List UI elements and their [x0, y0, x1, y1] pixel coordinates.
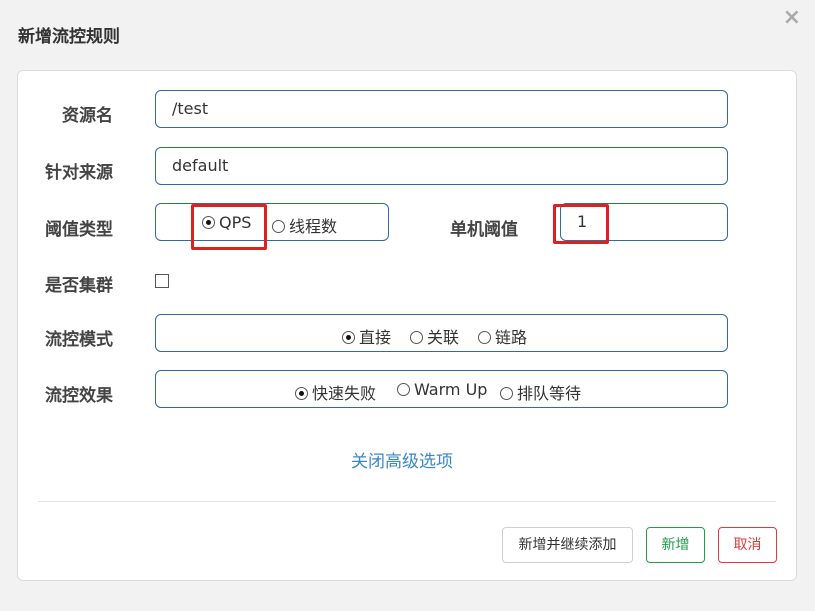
close-icon[interactable]: ×: [783, 6, 801, 30]
dialog-title: 新增流控规则: [18, 27, 120, 47]
radio-unselected-icon[interactable]: [478, 331, 491, 344]
flow-effect-option-fast-fail[interactable]: 快速失败: [295, 380, 376, 404]
cluster-checkbox[interactable]: [155, 274, 169, 288]
add-button[interactable]: 新增: [646, 527, 705, 563]
flow-mode-group: 直接 关联 链路: [155, 314, 728, 352]
threshold-type-label: 阈值类型: [45, 220, 113, 240]
source-input[interactable]: default: [155, 147, 728, 185]
threshold-type-option-threads[interactable]: 线程数: [272, 213, 337, 237]
flow-mode-label: 流控模式: [45, 330, 113, 350]
resource-name-label: 资源名: [62, 106, 113, 126]
single-threshold-label: 单机阈值: [450, 220, 518, 240]
flow-rule-dialog: 新增流控规则 × 资源名 /test 针对来源 default 阈值类型 QPS…: [0, 0, 815, 611]
form-panel: 资源名 /test 针对来源 default 阈值类型 QPS 线程数 单机阈值…: [17, 70, 797, 581]
flow-mode-option-relate[interactable]: 关联: [410, 324, 459, 348]
source-label: 针对来源: [45, 163, 113, 183]
radio-unselected-icon[interactable]: [397, 383, 410, 396]
flow-mode-option-chain[interactable]: 链路: [478, 324, 527, 348]
flow-effect-option-warm-up[interactable]: Warm Up: [397, 380, 487, 399]
flow-effect-option-queue[interactable]: 排队等待: [500, 380, 581, 404]
highlight-box-threshold: [553, 204, 609, 244]
add-and-continue-button[interactable]: 新增并继续添加: [502, 527, 633, 563]
resource-name-value: /test: [172, 99, 209, 118]
cancel-button[interactable]: 取消: [718, 527, 777, 563]
cluster-label: 是否集群: [45, 276, 113, 296]
flow-mode-option-direct[interactable]: 直接: [342, 324, 391, 348]
toggle-advanced-options-link[interactable]: 关闭高级选项: [351, 447, 453, 472]
radio-selected-icon[interactable]: [295, 387, 308, 400]
footer-divider: [38, 501, 776, 502]
resource-name-input[interactable]: /test: [155, 90, 728, 128]
radio-selected-icon[interactable]: [342, 331, 355, 344]
radio-unselected-icon[interactable]: [410, 331, 423, 344]
radio-unselected-icon[interactable]: [272, 220, 285, 233]
radio-unselected-icon[interactable]: [500, 387, 513, 400]
flow-effect-group: 快速失败 Warm Up 排队等待: [155, 370, 728, 408]
flow-effect-label: 流控效果: [45, 386, 113, 406]
highlight-box-qps: [191, 204, 267, 250]
source-value: default: [172, 156, 229, 175]
